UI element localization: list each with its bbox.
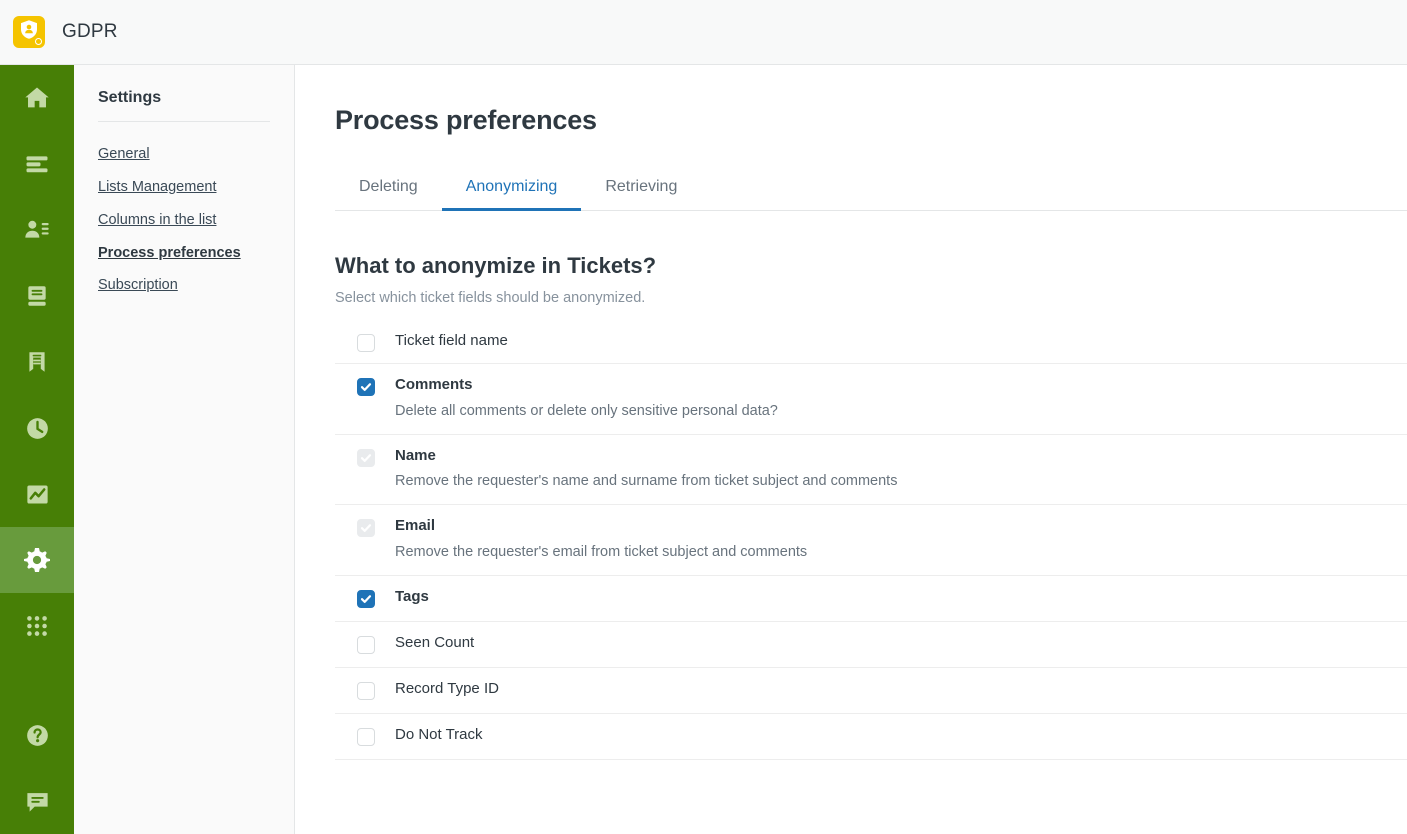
rail-item-settings[interactable]	[0, 527, 74, 593]
sidebar-item-subscription[interactable]: Subscription	[98, 269, 270, 302]
sidebar-item-columns-in-the-list[interactable]: Columns in the list	[98, 204, 270, 237]
row-description: Remove the requester's name and surname …	[395, 473, 898, 490]
tab-anonymizing[interactable]: Anonymizing	[441, 168, 582, 211]
analytics-chart-icon	[24, 481, 51, 508]
rail-item-apps[interactable]	[0, 593, 74, 659]
header-row-text: Ticket field name	[395, 332, 508, 351]
checkbox-seen-count[interactable]	[357, 635, 375, 654]
rail-item-activity[interactable]	[0, 395, 74, 461]
table-row: Comments Delete all comments or delete o…	[335, 364, 1407, 435]
section-subtitle: Select which ticket fields should be ano…	[335, 290, 646, 306]
row-description: Delete all comments or delete only sensi…	[395, 402, 778, 419]
apps-grid-icon	[24, 613, 50, 639]
table-row: Email Remove the requester's email from …	[335, 505, 1407, 576]
help-question-icon	[24, 722, 51, 749]
row-text: Email Remove the requester's email from …	[395, 517, 807, 562]
section-title: What to anonymize in Tickets?	[335, 253, 657, 278]
app-title: GDPR	[62, 21, 118, 42]
row-label: Do Not Track	[395, 725, 483, 743]
rail-item-home[interactable]	[0, 65, 74, 131]
row-text: Record Type ID	[395, 680, 499, 699]
sidebar-item-general[interactable]: General	[98, 138, 270, 171]
row-label: Seen Count	[395, 633, 475, 651]
sidebar-item-process-preferences[interactable]: Process preferences	[98, 237, 270, 270]
gear-icon	[22, 545, 52, 575]
row-label: Record Type ID	[395, 679, 499, 697]
rail-item-chat[interactable]	[0, 768, 74, 834]
row-label: Email	[395, 517, 436, 535]
checkbox-record-type-id[interactable]	[357, 681, 375, 700]
views-list-icon	[23, 150, 51, 178]
clock-icon	[24, 415, 51, 442]
checkbox-name	[357, 448, 375, 467]
rail-item-customers[interactable]	[0, 197, 74, 263]
select-all-checkbox[interactable]	[357, 334, 375, 352]
rail-item-views[interactable]	[0, 131, 74, 197]
table-row: Tags	[335, 576, 1407, 622]
row-label: Name	[395, 446, 436, 464]
rail-item-reports[interactable]	[0, 329, 74, 395]
settings-heading: Settings	[98, 89, 162, 106]
table-row: Name Remove the requester's name and sur…	[335, 435, 1407, 506]
tab-retrieving[interactable]: Retrieving	[581, 168, 701, 211]
logo-badge-dot	[35, 38, 42, 45]
row-text: Seen Count	[395, 634, 474, 653]
field-list: Ticket field name Comments Delete all co…	[335, 322, 1407, 760]
rail-bottom-group	[0, 702, 74, 834]
settings-divider	[98, 121, 270, 122]
left-icon-rail	[0, 65, 74, 834]
row-label: Comments	[395, 376, 473, 393]
app-root: GDPR Settings General Lists Management C…	[0, 0, 1407, 834]
rail-item-analytics[interactable]	[0, 461, 74, 527]
checkbox-tags[interactable]	[357, 589, 375, 608]
column-header-label: Ticket field name	[395, 332, 508, 349]
database-icon	[24, 283, 50, 309]
rail-item-database[interactable]	[0, 263, 74, 329]
chat-bubble-icon	[24, 788, 51, 815]
checkbox-do-not-track[interactable]	[357, 727, 375, 746]
top-header: GDPR	[0, 0, 1407, 65]
field-list-header-row: Ticket field name	[335, 322, 1407, 364]
checkbox-comments[interactable]	[357, 378, 375, 396]
table-row: Do Not Track	[335, 714, 1407, 760]
row-text: Comments Delete all comments or delete o…	[395, 376, 778, 421]
tab-deleting[interactable]: Deleting	[335, 168, 442, 211]
customers-user-icon	[23, 216, 51, 244]
settings-sidebar: Settings General Lists Management Column…	[74, 65, 295, 834]
sidebar-item-lists-management[interactable]: Lists Management	[98, 171, 270, 204]
row-label: Tags	[395, 587, 429, 605]
home-icon	[23, 84, 51, 112]
row-text: Name Remove the requester's name and sur…	[395, 447, 897, 492]
table-row: Record Type ID	[335, 668, 1407, 714]
tab-bar: Deleting Anonymizing Retrieving	[335, 168, 1407, 211]
row-description: Remove the requester's email from ticket…	[395, 543, 808, 560]
row-text: Tags	[395, 588, 429, 607]
row-text: Do Not Track	[395, 726, 483, 745]
rail-item-help[interactable]	[0, 702, 74, 768]
book-report-icon	[24, 349, 50, 375]
gdpr-logo	[13, 16, 45, 48]
main-content: Process preferences Deleting Anonymizing…	[295, 65, 1407, 834]
checkbox-email	[357, 519, 375, 538]
table-row: Seen Count	[335, 622, 1407, 668]
page-title: Process preferences	[335, 105, 597, 135]
